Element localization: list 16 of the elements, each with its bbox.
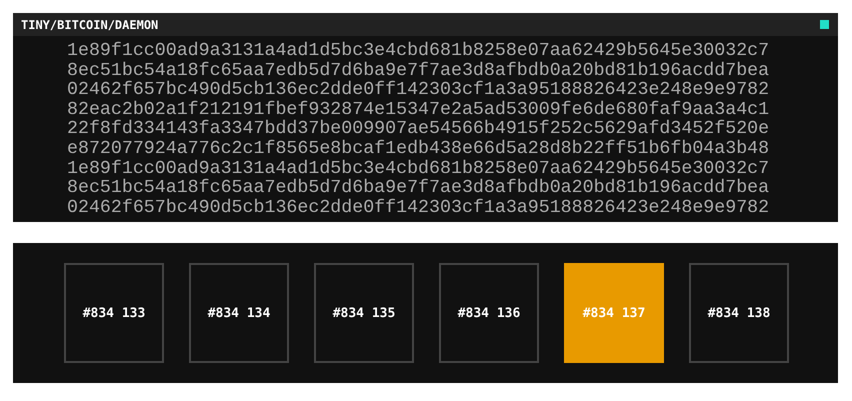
hash-line: 1e89f1cc00ad9a3131a4ad1d5bc3e4cbd681b8258e07aa62429b5645e30032c7 <box>67 160 770 179</box>
block-tile[interactable]: #834 135 <box>314 263 414 364</box>
hash-line: e872077924a776c2c1f8565e8bcaf1edb438e66d5a28d8b22ff51b6fb04a3b48 <box>67 140 770 160</box>
hash-line: 02462f657bc490d5cb136ec2dde0ff142303cf1a3a95188826423e248e9e9782 <box>67 81 770 100</box>
block-tile[interactable]: #834 133 <box>64 263 164 364</box>
hash-line: 22f8fd334143fa3347bdd37be009907ae54566b4915f252c5629afd3452f520e <box>67 120 770 140</box>
hash-line: 1e89f1cc00ad9a3131a4ad1d5bc3e4cbd681b8258e07aa62429b5645e30032c7 <box>67 42 770 62</box>
block-tile[interactable]: #834 136 <box>439 263 539 364</box>
status-indicator <box>820 20 829 29</box>
hash-line: 8ec51bc54a18fc65aa7edb5d7d6ba9e7f7ae3d8afbdb0a20bd81b196acdd7bea <box>67 62 770 81</box>
window-title: TINY/BITCOIN/DAEMON <box>21 18 158 32</box>
hash-line: 8ec51bc54a18fc65aa7edb5d7d6ba9e7f7ae3d8afbdb0a20bd81b196acdd7bea <box>67 179 770 198</box>
hash-line: 82eac2b02a1f212191fbef932874e15347e2a5ad53009fe6de680faf9aa3a4c1 <box>67 100 770 120</box>
hash-line: 02462f657bc490d5cb136ec2dde0ff142303cf1a3a95188826423e248e9e9782 <box>67 198 770 218</box>
block-tile[interactable]: #834 138 <box>689 263 789 364</box>
block-tile[interactable]: #834 134 <box>189 263 289 364</box>
